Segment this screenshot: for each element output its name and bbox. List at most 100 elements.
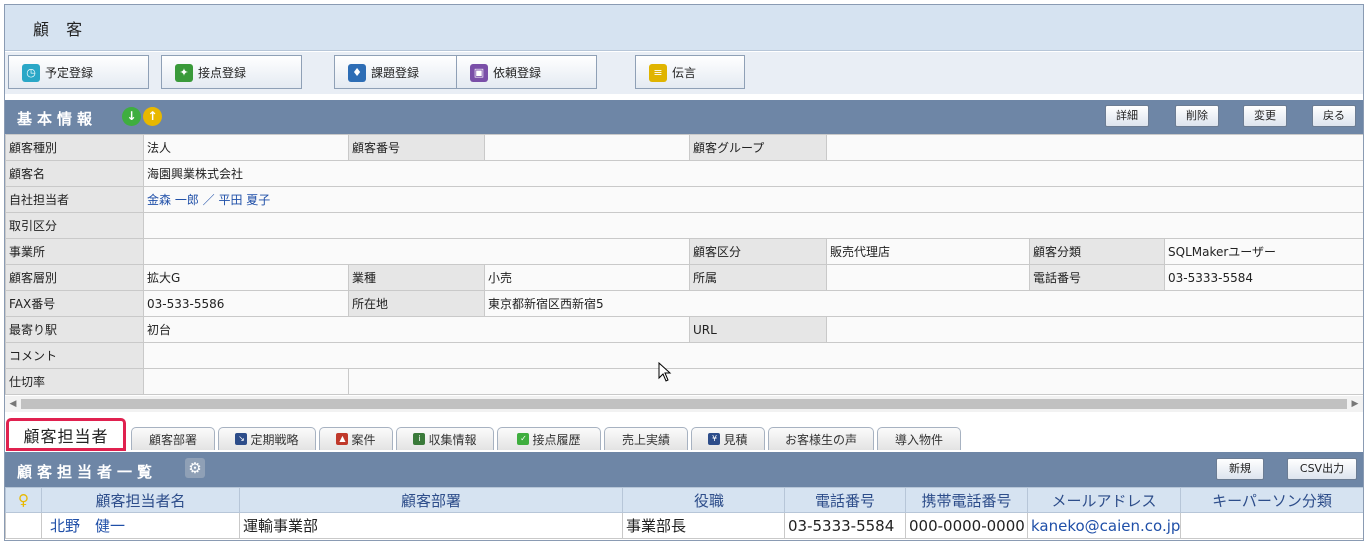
arrow-down-icon[interactable]: ↓ xyxy=(122,107,141,126)
customer-category-value: 販売代理店 xyxy=(826,238,1030,265)
arrow-up-icon[interactable]: ↑ xyxy=(143,107,162,126)
table-header-row: ♀ 顧客担当者名 顧客部署 役職 電話番号 携帯電話番号 メールアドレス キーパ… xyxy=(5,487,1363,513)
table-row[interactable]: 北野 健一 運輸事業部 事業部長 03-5333-5584 000-0000-0… xyxy=(5,512,1363,539)
contact-list-header: 顧客担当者一覧 ⚙ 新規 CSV出力 xyxy=(5,452,1363,487)
industry-label: 業種 xyxy=(348,264,485,291)
tab-label: 案件 xyxy=(351,432,376,447)
email-link[interactable]: kaneko@caien.co.jp xyxy=(1031,517,1180,535)
schedule-register-label: 予定登録 xyxy=(45,65,94,80)
col-mobile[interactable]: 携帯電話番号 xyxy=(905,487,1028,513)
grid-row: 顧客層別 拡大G 業種 小売 所属 電話番号 03-5333-5584 xyxy=(5,264,1363,291)
contact-history-icon: ✓ xyxy=(517,433,530,445)
customer-class-value: SQLMakerユーザー xyxy=(1163,238,1363,265)
tab-estimates[interactable]: ¥ 見積 xyxy=(691,427,765,450)
basic-info-title: 基本情報 xyxy=(17,110,98,128)
grid-row: 事業所 顧客区分 販売代理店 顧客分類 SQLMakerユーザー xyxy=(5,238,1363,265)
customer-group-label: 顧客グループ xyxy=(689,134,827,161)
tab-cases[interactable]: ▲ 案件 xyxy=(319,427,393,450)
tab-label: 見積 xyxy=(723,432,748,447)
customer-type-label: 顧客種別 xyxy=(5,134,144,161)
tab-contact-history[interactable]: ✓ 接点履歴 xyxy=(497,427,601,450)
mobile-cell: 000-0000-0000 xyxy=(905,512,1028,539)
estimate-icon: ¥ xyxy=(708,433,721,445)
customer-tier-value: 拡大G xyxy=(143,264,349,291)
basic-info-grid: 顧客種別 法人 顧客番号 顧客グループ 顧客名 海園興業株式会社 自社担当者 金… xyxy=(5,134,1363,395)
tab-label: 接点履歴 xyxy=(532,432,581,447)
comment-value xyxy=(142,342,1363,369)
customer-no-value xyxy=(484,134,690,161)
col-role[interactable]: 役職 xyxy=(622,487,785,513)
email-cell: kaneko@caien.co.jp xyxy=(1027,512,1181,539)
address-value: 東京都新宿区西新宿5 xyxy=(483,290,1363,317)
customer-class-label: 顧客分類 xyxy=(1029,238,1165,265)
new-button[interactable]: 新規 xyxy=(1216,458,1264,480)
clock-icon: ◷ xyxy=(22,64,40,82)
col-contact-name[interactable]: 顧客担当者名 xyxy=(41,487,240,513)
url-label: URL xyxy=(689,316,827,343)
message-button[interactable]: ≡ 伝言 xyxy=(635,55,745,89)
col-phone[interactable]: 電話番号 xyxy=(784,487,906,513)
detail-button[interactable]: 詳細 xyxy=(1105,105,1149,127)
department-cell: 運輸事業部 xyxy=(239,512,623,539)
grid-row: 顧客名 海園興業株式会社 xyxy=(5,160,1363,187)
scroll-right-icon[interactable]: ▶ xyxy=(1348,396,1362,412)
customer-category-label: 顧客区分 xyxy=(689,238,827,265)
col-keyperson[interactable]: キーパーソン分類 xyxy=(1180,487,1363,513)
tab-customer-voice[interactable]: お客様生の声 xyxy=(768,427,874,450)
tab-customer-contacts[interactable]: 顧客担当者 xyxy=(6,418,126,451)
staff-link[interactable]: 金森 一郎 ／ 平田 夏子 xyxy=(147,193,270,207)
customer-group-value xyxy=(825,134,1363,161)
customer-name-value: 海園興業株式会社 xyxy=(142,160,1363,187)
tab-customer-departments[interactable]: 顧客部署 xyxy=(131,427,215,450)
handshake-icon: ✦ xyxy=(175,64,193,82)
col-email[interactable]: メールアドレス xyxy=(1027,487,1181,513)
industry-value: 小売 xyxy=(484,264,690,291)
contact-name-link[interactable]: 北野 健一 xyxy=(50,517,125,535)
transaction-value xyxy=(142,212,1363,239)
station-value: 初台 xyxy=(143,316,690,343)
grid-row: FAX番号 03-533-5586 所在地 東京都新宿区西新宿5 xyxy=(5,290,1363,317)
csv-export-button[interactable]: CSV出力 xyxy=(1287,458,1357,480)
customer-type-value: 法人 xyxy=(143,134,349,161)
delete-button[interactable]: 削除 xyxy=(1175,105,1219,127)
role-cell: 事業部長 xyxy=(622,512,785,539)
tab-label: 売上実績 xyxy=(621,432,670,447)
grid-row: 取引区分 xyxy=(5,212,1363,239)
grid-row: 顧客種別 法人 顧客番号 顧客グループ xyxy=(5,134,1363,161)
edit-button[interactable]: 変更 xyxy=(1243,105,1287,127)
issue-register-button[interactable]: ♦ 課題登録 xyxy=(334,55,475,89)
contact-register-button[interactable]: ✦ 接点登録 xyxy=(161,55,302,89)
affiliation-value xyxy=(826,264,1030,291)
tab-sales-results[interactable]: 売上実績 xyxy=(604,427,688,450)
tab-installed-items[interactable]: 導入物件 xyxy=(877,427,961,450)
scrollbar-thumb[interactable] xyxy=(21,399,1347,409)
tab-collected-info[interactable]: i 収集情報 xyxy=(396,427,494,450)
customer-no-label: 顧客番号 xyxy=(348,134,485,161)
action-toolbar: ◷ 予定登録 ✦ 接点登録 ♦ 課題登録 ▣ 依頼登録 ≡ 伝言 xyxy=(5,52,1363,94)
customer-name-label: 顧客名 xyxy=(5,160,144,187)
back-button[interactable]: 戻る xyxy=(1312,105,1356,127)
schedule-register-button[interactable]: ◷ 予定登録 xyxy=(8,55,149,89)
staff-value: 金森 一郎 ／ 平田 夏子 xyxy=(142,186,1363,213)
rate-value xyxy=(143,368,349,395)
detail-tabs: 顧客担当者 顧客部署 ↘ 定期戦略 ▲ 案件 i 収集情報 ✓ 接点履歴 売上実績 ¥ 見… xyxy=(5,417,1363,451)
affiliation-label: 所属 xyxy=(689,264,827,291)
pushpin-icon: ♦ xyxy=(348,64,366,82)
tab-periodic-strategy[interactable]: ↘ 定期戦略 xyxy=(218,427,316,450)
scroll-left-icon[interactable]: ◀ xyxy=(6,396,20,412)
comment-label: コメント xyxy=(5,342,144,369)
contact-table: ♀ 顧客担当者名 顧客部署 役職 電話番号 携帯電話番号 メールアドレス キーパ… xyxy=(5,487,1363,539)
keyperson-cell xyxy=(1180,512,1363,539)
col-department[interactable]: 顧客部署 xyxy=(239,487,623,513)
tab-label: 導入物件 xyxy=(894,432,943,447)
contact-name-cell: 北野 健一 xyxy=(41,512,240,539)
horizontal-scrollbar[interactable]: ◀ ▶ xyxy=(5,396,1363,412)
phone-value: 03-5333-5584 xyxy=(1163,264,1363,291)
grid-row: 自社担当者 金森 一郎 ／ 平田 夏子 xyxy=(5,186,1363,213)
gear-icon[interactable]: ⚙ xyxy=(185,458,205,478)
request-register-button[interactable]: ▣ 依頼登録 xyxy=(456,55,597,89)
strategy-icon: ↘ xyxy=(235,433,248,445)
keyperson-icon-header: ♀ xyxy=(5,487,42,513)
office-label: 事業所 xyxy=(5,238,144,265)
key-icon: ♀ xyxy=(18,491,29,509)
